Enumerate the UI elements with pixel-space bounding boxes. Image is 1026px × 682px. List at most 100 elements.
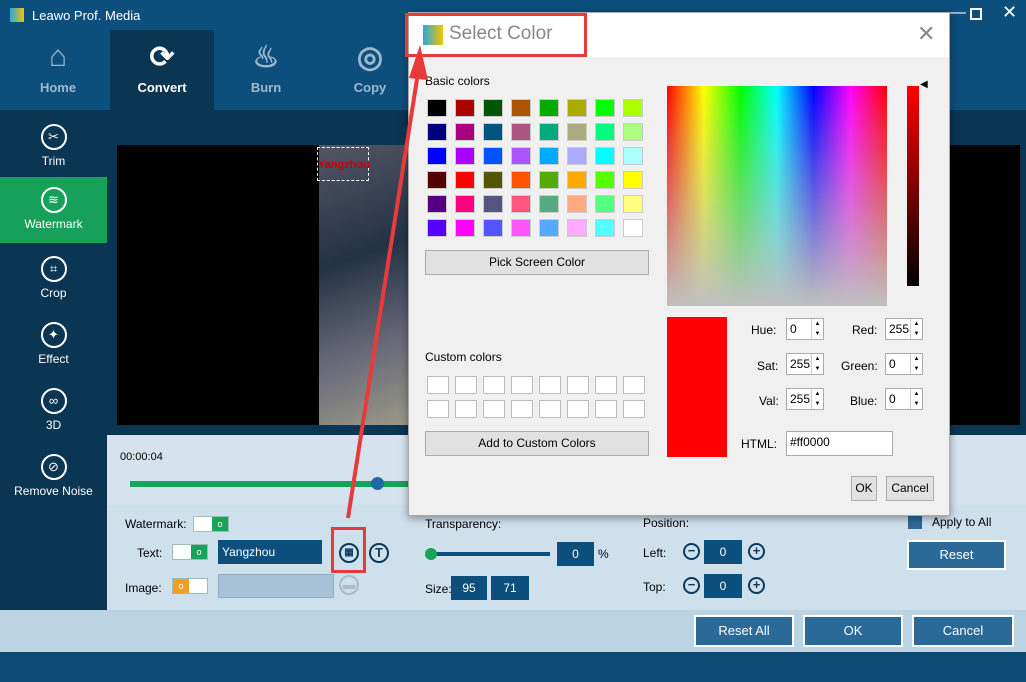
- basic-color-swatch[interactable]: [427, 147, 447, 165]
- basic-color-swatch[interactable]: [539, 195, 559, 213]
- custom-color-swatch[interactable]: [539, 400, 561, 418]
- text-input[interactable]: Yangzhou: [218, 540, 322, 564]
- basic-color-swatch[interactable]: [511, 147, 531, 165]
- basic-color-swatch[interactable]: [539, 99, 559, 117]
- dialog-ok-button[interactable]: OK: [851, 476, 877, 501]
- image-toggle[interactable]: o: [172, 578, 208, 594]
- basic-color-swatch[interactable]: [623, 147, 643, 165]
- basic-color-swatch[interactable]: [595, 147, 615, 165]
- dialog-close-button[interactable]: ✕: [917, 21, 935, 47]
- image-path-input[interactable]: [218, 574, 334, 598]
- watermark-overlay[interactable]: Yangzhou: [317, 147, 370, 181]
- spin-arrows-icon[interactable]: ▲ ▼: [811, 389, 823, 409]
- html-input[interactable]: #ff0000: [786, 431, 893, 456]
- sidebar-item-trim[interactable]: ✂ Trim: [0, 114, 107, 180]
- dialog-cancel-button[interactable]: Cancel: [886, 476, 934, 501]
- basic-color-swatch[interactable]: [427, 99, 447, 117]
- sidebar-item-3d[interactable]: ∞ 3D: [0, 378, 107, 444]
- basic-color-swatch[interactable]: [623, 171, 643, 189]
- pick-screen-color-button[interactable]: Pick Screen Color: [425, 250, 649, 275]
- basic-color-swatch[interactable]: [455, 171, 475, 189]
- basic-color-swatch[interactable]: [511, 171, 531, 189]
- nav-burn[interactable]: ♨ Burn: [214, 30, 318, 110]
- custom-color-swatch[interactable]: [483, 400, 505, 418]
- basic-color-swatch[interactable]: [455, 195, 475, 213]
- custom-color-swatch[interactable]: [455, 400, 477, 418]
- spin-arrows-icon[interactable]: ▲ ▼: [910, 319, 922, 339]
- basic-color-swatch[interactable]: [623, 195, 643, 213]
- custom-color-swatch[interactable]: [623, 376, 645, 394]
- custom-color-swatch[interactable]: [595, 376, 617, 394]
- hue-saturation-picker[interactable]: [667, 86, 887, 306]
- value-slider[interactable]: [907, 86, 919, 286]
- size-width[interactable]: 95: [451, 576, 487, 600]
- spin-arrows-icon[interactable]: ▲ ▼: [811, 354, 823, 374]
- basic-color-swatch[interactable]: [595, 195, 615, 213]
- basic-color-swatch[interactable]: [511, 195, 531, 213]
- basic-color-swatch[interactable]: [455, 219, 475, 237]
- reset-button[interactable]: Reset: [907, 540, 1006, 570]
- cancel-button[interactable]: Cancel: [912, 615, 1014, 647]
- custom-color-swatch[interactable]: [567, 376, 589, 394]
- nav-convert[interactable]: ⟳ Convert: [110, 30, 214, 110]
- spin-arrows-icon[interactable]: ▲ ▼: [910, 354, 922, 374]
- basic-color-swatch[interactable]: [455, 147, 475, 165]
- custom-color-swatch[interactable]: [567, 400, 589, 418]
- timeline-slider[interactable]: [130, 481, 430, 487]
- basic-color-swatch[interactable]: [567, 171, 587, 189]
- maximize-button[interactable]: [970, 8, 982, 20]
- basic-color-swatch[interactable]: [567, 219, 587, 237]
- basic-color-swatch[interactable]: [511, 99, 531, 117]
- top-minus-button[interactable]: −: [683, 577, 700, 594]
- basic-color-swatch[interactable]: [483, 147, 503, 165]
- basic-color-swatch[interactable]: [567, 195, 587, 213]
- left-value[interactable]: 0: [704, 540, 742, 564]
- basic-color-swatch[interactable]: [483, 195, 503, 213]
- sidebar-item-crop[interactable]: ⌗ Crop: [0, 246, 107, 312]
- basic-color-swatch[interactable]: [623, 99, 643, 117]
- basic-color-swatch[interactable]: [427, 195, 447, 213]
- basic-color-swatch[interactable]: [567, 123, 587, 141]
- basic-color-swatch[interactable]: [595, 219, 615, 237]
- left-plus-button[interactable]: +: [748, 543, 765, 560]
- basic-color-swatch[interactable]: [427, 123, 447, 141]
- basic-color-swatch[interactable]: [427, 171, 447, 189]
- sidebar-item-effect[interactable]: ✦ Effect: [0, 312, 107, 378]
- top-value[interactable]: 0: [704, 574, 742, 598]
- sidebar-item-watermark[interactable]: ≋ Watermark: [0, 177, 107, 243]
- timeline-handle[interactable]: [371, 477, 384, 490]
- add-custom-colors-button[interactable]: Add to Custom Colors: [425, 431, 649, 456]
- size-height[interactable]: 71: [491, 576, 529, 600]
- basic-color-swatch[interactable]: [539, 219, 559, 237]
- basic-color-swatch[interactable]: [595, 171, 615, 189]
- basic-color-swatch[interactable]: [511, 219, 531, 237]
- val-spinbox[interactable]: 255 ▲ ▼: [786, 388, 824, 410]
- basic-color-swatch[interactable]: [483, 171, 503, 189]
- reset-all-button[interactable]: Reset All: [694, 615, 794, 647]
- basic-color-swatch[interactable]: [455, 99, 475, 117]
- top-plus-button[interactable]: +: [748, 577, 765, 594]
- hue-spinbox[interactable]: 0 ▲ ▼: [786, 318, 824, 340]
- basic-color-swatch[interactable]: [539, 147, 559, 165]
- text-toggle[interactable]: o: [172, 544, 208, 560]
- custom-color-swatch[interactable]: [595, 400, 617, 418]
- blue-spinbox[interactable]: 0 ▲ ▼: [885, 388, 923, 410]
- basic-color-swatch[interactable]: [483, 219, 503, 237]
- basic-color-swatch[interactable]: [539, 171, 559, 189]
- red-spinbox[interactable]: 255 ▲ ▼: [885, 318, 923, 340]
- custom-color-swatch[interactable]: [455, 376, 477, 394]
- ok-button[interactable]: OK: [803, 615, 903, 647]
- green-spinbox[interactable]: 0 ▲ ▼: [885, 353, 923, 375]
- custom-color-swatch[interactable]: [623, 400, 645, 418]
- basic-color-swatch[interactable]: [483, 99, 503, 117]
- font-button[interactable]: T: [369, 543, 389, 563]
- basic-color-swatch[interactable]: [511, 123, 531, 141]
- basic-color-swatch[interactable]: [623, 219, 643, 237]
- custom-color-swatch[interactable]: [483, 376, 505, 394]
- basic-color-swatch[interactable]: [567, 147, 587, 165]
- basic-color-swatch[interactable]: [539, 123, 559, 141]
- custom-color-swatch[interactable]: [511, 376, 533, 394]
- basic-color-swatch[interactable]: [595, 99, 615, 117]
- custom-color-swatch[interactable]: [511, 400, 533, 418]
- left-minus-button[interactable]: −: [683, 543, 700, 560]
